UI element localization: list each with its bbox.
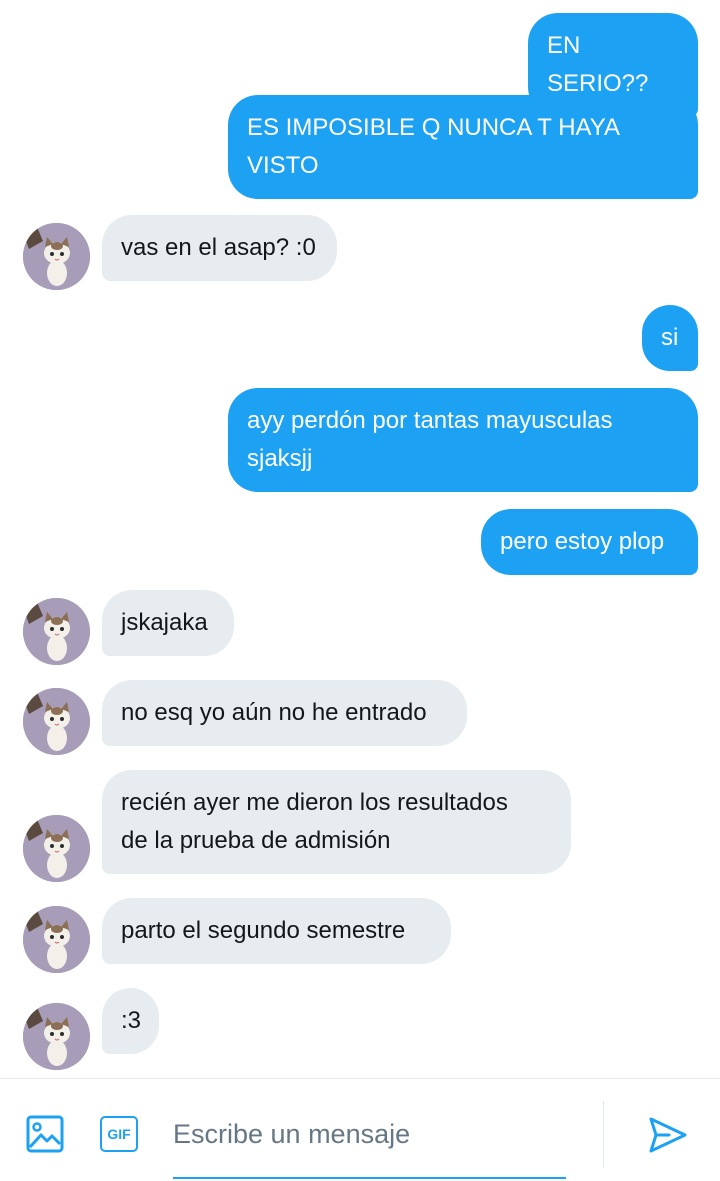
avatar[interactable] [23, 688, 90, 755]
image-icon[interactable] [24, 1113, 66, 1155]
conversation-thread: EN SERIO?? ES IMPOSIBLE Q NUNCA T HAYA V… [0, 0, 720, 1078]
sent-message[interactable]: si [642, 305, 698, 371]
cat-avatar-icon [23, 688, 90, 755]
avatar[interactable] [23, 223, 90, 290]
avatar[interactable] [23, 815, 90, 882]
received-message[interactable]: no esq yo aún no he entrado [102, 680, 467, 746]
cat-avatar-icon [23, 223, 90, 290]
sent-message[interactable]: ES IMPOSIBLE Q NUNCA T HAYA VISTO [228, 95, 698, 199]
cat-avatar-icon [23, 1003, 90, 1070]
received-message[interactable]: :3 [102, 988, 159, 1054]
avatar[interactable] [23, 906, 90, 973]
cat-avatar-icon [23, 815, 90, 882]
avatar[interactable] [23, 598, 90, 665]
received-message[interactable]: jskajaka [102, 590, 234, 656]
input-underline [173, 1177, 566, 1179]
avatar[interactable] [23, 1003, 90, 1070]
cat-avatar-icon [23, 598, 90, 665]
received-message[interactable]: vas en el asap? :0 [102, 215, 337, 281]
received-message[interactable]: parto el segundo semestre [102, 898, 451, 964]
message-input[interactable] [173, 1109, 566, 1159]
sent-message[interactable]: pero estoy plop [481, 509, 698, 575]
gif-icon[interactable]: GIF [100, 1116, 138, 1152]
cat-avatar-icon [23, 906, 90, 973]
sent-message[interactable]: ayy perdón por tantas mayusculas sjaksjj [228, 388, 698, 492]
message-composer: GIF [0, 1078, 720, 1181]
composer-divider [603, 1101, 604, 1168]
send-icon[interactable] [646, 1113, 690, 1157]
received-message[interactable]: recién ayer me dieron los resultados de … [102, 770, 571, 874]
